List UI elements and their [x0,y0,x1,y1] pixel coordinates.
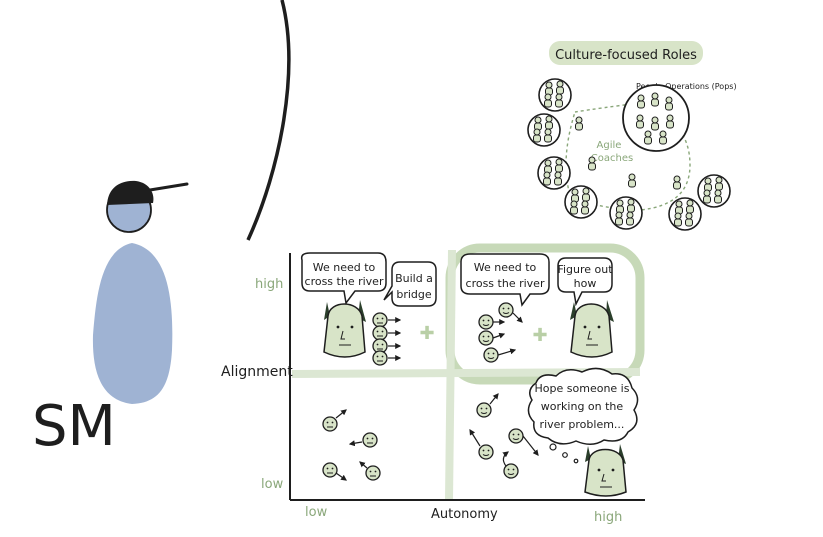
coach-figure [673,175,681,190]
direction-arrow [512,312,523,323]
plus-marker: ✚ [419,323,434,344]
q1-bubble-line-2: cross the river [305,275,384,288]
q1-reply-line-2: bridge [396,288,432,301]
team-member-icon [322,416,338,432]
direction-arrow [335,409,347,419]
team-member-icon [508,428,524,444]
q4-thought-line-1: Hope someone is [535,382,630,395]
q4-thought-line-2: working on the [541,400,624,413]
direction-arrow [359,461,368,469]
direction-arrow [522,435,539,456]
q2-reply-line-2: how [574,277,597,290]
alignment-autonomy-matrix: Alignment Autonomy high low low high ✚ ✚… [221,243,645,525]
q2-bubble-line-1: We need to [474,261,537,274]
q1-bubble-line-1: We need to [313,261,376,274]
thought-dot [562,452,568,458]
team-member-icon [372,325,388,341]
direction-arrow [502,451,509,467]
q4-quadrant: Hope someone is working on the river pro… [469,367,639,497]
thought-dot [549,443,557,451]
agile-coaches-label-2: Coaches [591,153,633,164]
team-circle [528,114,560,146]
thought-dot [573,458,579,464]
y-low-label: low [261,477,284,492]
team-member-icon [476,402,492,418]
leader-head-icon [323,300,366,358]
team-member-icon [483,347,499,363]
direction-arrow [348,440,363,447]
q1-reply-line-1: Build a [395,272,433,285]
cap-icon [107,180,154,205]
coach-figure [575,116,583,131]
divider-arc [246,0,291,241]
team-circle [610,197,642,229]
culture-title: Culture-focused Roles [555,48,697,63]
team-member-icon [322,462,338,478]
team-member-icon [372,350,388,366]
team-circle [539,79,571,111]
x-high-label: high [594,510,622,525]
q2-reply-line-1: Figure out [557,263,613,276]
team-member-icon [478,444,494,460]
y-high-label: high [255,277,283,292]
team-member-icon [362,432,378,448]
x-axis-label: Autonomy [431,507,498,522]
x-low-label: low [305,505,328,520]
q1-quadrant: We need to cross the river Build a bridg… [300,252,437,366]
leader-head-icon [570,300,614,358]
quadrant-divider-v [445,249,456,501]
team-member-icon [365,465,381,481]
q4-thought-line-3: river problem... [540,418,625,431]
direction-arrow [497,348,517,356]
y-axis-label: Alignment [221,364,293,380]
team-member-icon [503,463,519,479]
team-circle [565,186,597,218]
leader-head-icon [584,444,627,497]
cap-brim [148,182,189,192]
sketch-canvas: SM Culture-focused Roles People Operatio… [32,0,737,525]
team-member-icon [478,314,494,330]
sm-body [92,243,173,404]
team-circle [698,175,730,207]
pops-group [622,84,690,152]
coach-figure [588,156,596,171]
sm-person: SM [32,180,189,459]
q2-bubble-line-2: cross the river [466,277,545,290]
sm-initials: SM [32,394,116,459]
coach-figure [628,173,636,188]
plus-marker: ✚ [532,325,547,346]
direction-arrow [492,332,506,339]
team-member-icon [498,302,514,318]
direction-arrow [469,428,481,447]
team-circle [538,157,570,189]
team-circle [669,198,701,230]
team-member-icon [372,312,388,328]
direction-arrow [489,393,499,405]
direction-arrow [335,472,347,481]
culture-panel: Culture-focused Roles People Operations … [528,41,737,230]
q3-quadrant [322,409,381,481]
team-member-icon [478,330,494,346]
agile-coaches-label-1: Agile [597,140,622,151]
